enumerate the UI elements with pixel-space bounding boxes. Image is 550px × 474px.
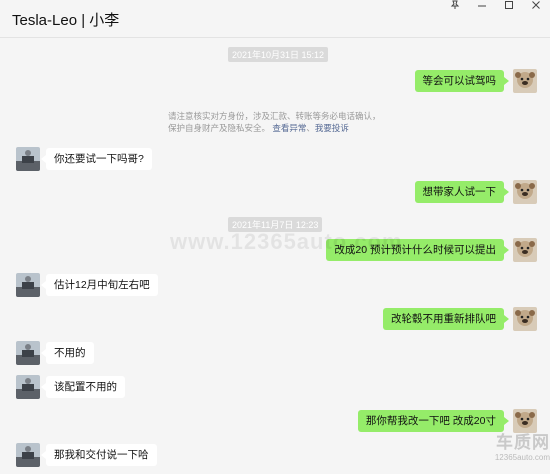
brand-name: 车质网 — [496, 433, 550, 452]
brand-url: 12365auto.com — [494, 453, 550, 462]
message-bubble[interactable]: 改轮毂不用重新排队吧 — [383, 308, 509, 330]
chat-area[interactable]: 2021年10月31日 15:12 等会可以试驾吗 请注意核实对方身份，涉及汇款… — [0, 39, 550, 474]
chat-title: Tesla-Leo | 小李 — [12, 12, 120, 29]
close-icon[interactable] — [524, 0, 548, 16]
message-bubble[interactable]: 改成20 预计预计什么时候可以提出 — [326, 239, 509, 261]
timestamp: 2021年11月7日 12:23 — [228, 217, 323, 232]
title-bar: Tesla-Leo | 小李 — [0, 0, 550, 38]
avatar-contact[interactable] — [16, 147, 40, 171]
complain-link[interactable]: 我要投诉 — [315, 123, 349, 133]
avatar-self[interactable] — [513, 307, 537, 331]
view-abnormal-link[interactable]: 查看异常 — [272, 123, 306, 133]
avatar-self[interactable] — [513, 180, 537, 204]
avatar-contact[interactable] — [16, 443, 40, 467]
minimize-icon[interactable] — [470, 0, 494, 16]
message-bubble[interactable]: 你还要试一下吗哥? — [41, 148, 152, 170]
security-notice: 请注意核实对方身份，涉及汇款、转账等务必电话确认，保护自身财产及隐私安全。 查看… — [168, 111, 381, 133]
brand-watermark: 车质网 12365auto.com — [468, 428, 550, 474]
message-bubble[interactable]: 该配置不用的 — [41, 376, 125, 398]
message-bubble[interactable]: 等会可以试驾吗 — [414, 70, 509, 92]
avatar-contact[interactable] — [16, 375, 40, 399]
maximize-icon[interactable] — [497, 0, 521, 16]
timestamp: 2021年10月31日 15:12 — [228, 47, 329, 62]
avatar-contact[interactable] — [16, 273, 40, 297]
message-bubble[interactable]: 估计12月中旬左右吧 — [41, 274, 158, 296]
message-bubble[interactable]: 想带家人试一下 — [414, 181, 509, 203]
pin-icon[interactable] — [443, 0, 467, 16]
message-bubble[interactable]: 不用的 — [41, 342, 94, 364]
message-bubble[interactable]: 那我和交付说一下哈 — [41, 444, 157, 466]
avatar-self[interactable] — [513, 238, 537, 262]
avatar-self[interactable] — [513, 69, 537, 93]
avatar-contact[interactable] — [16, 341, 40, 365]
